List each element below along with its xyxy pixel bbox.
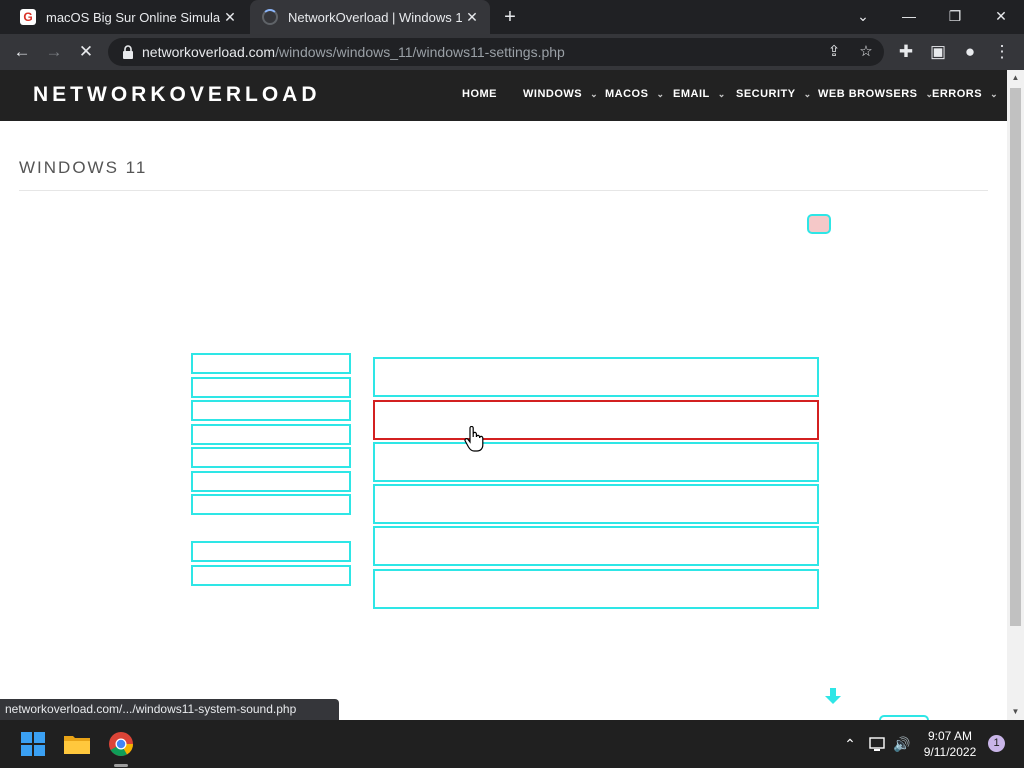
site-logo[interactable]: NETWORKOVERLOAD	[33, 83, 321, 107]
sidebar-item-placeholder[interactable]	[191, 471, 351, 492]
notification-badge[interactable]: 1	[988, 735, 1005, 752]
title-divider	[19, 190, 988, 191]
network-icon[interactable]	[868, 734, 888, 754]
tab-title: NetworkOverload | Windows 11	[288, 9, 462, 25]
tab-strip: macOS Big Sur Online Simulator ✕ Network…	[0, 0, 1024, 34]
url-path: /windows/windows_11/windows11-settings.p…	[275, 44, 565, 60]
nav-label: EMAIL	[673, 88, 710, 100]
sidebar-item-placeholder[interactable]	[191, 377, 351, 398]
close-window-icon[interactable]: ✕	[978, 0, 1024, 34]
sidebar-item-placeholder[interactable]	[191, 400, 351, 421]
nav-label: MACOS	[605, 88, 649, 100]
nav-errors[interactable]: ERRORS ⌄	[932, 88, 998, 100]
scroll-thumb[interactable]	[1010, 88, 1021, 626]
nav-email[interactable]: EMAIL ⌄	[673, 88, 726, 100]
site-header: NETWORKOVERLOAD HOME WINDOWS ⌄ MACOS ⌄ EMA…	[0, 70, 1007, 121]
lock-icon	[123, 45, 133, 59]
link-status-bubble: networkoverload.com/.../windows11-system…	[0, 699, 339, 720]
sidebar-item-placeholder[interactable]	[191, 447, 351, 468]
sidebar-item-placeholder[interactable]	[191, 424, 351, 445]
loading-spinner-icon	[262, 9, 278, 25]
clock-date: 9/11/2022	[923, 745, 977, 759]
settings-search-placeholder[interactable]	[807, 214, 831, 234]
arrow-down-icon[interactable]	[823, 686, 843, 706]
chevron-down-icon: ⌄	[990, 89, 999, 99]
extensions-icon[interactable]: ✚	[894, 40, 918, 64]
sidebar-item-placeholder[interactable]	[191, 353, 351, 374]
sidebar-item-placeholder[interactable]	[191, 541, 351, 562]
forward-icon[interactable]: →	[42, 40, 66, 64]
settings-panel-placeholder[interactable]	[373, 526, 819, 566]
url-text: networkoverload.com/windows/windows_11/w…	[142, 44, 565, 60]
tab-networkoverload[interactable]: NetworkOverload | Windows 11 ✕	[250, 0, 490, 34]
taskbar-clock[interactable]: 9:07 AM 9/11/2022	[918, 728, 982, 760]
chevron-down-icon: ⌄	[803, 89, 812, 99]
stop-loading-icon[interactable]: ✕	[74, 40, 98, 64]
nav-home[interactable]: HOME	[462, 88, 497, 100]
nav-label: WINDOWS	[523, 88, 583, 100]
nav-label: ERRORS	[932, 88, 983, 100]
settings-panel-placeholder[interactable]	[373, 357, 819, 397]
hand-cursor-icon	[464, 426, 484, 452]
chevron-down-icon: ⌄	[717, 89, 726, 99]
back-icon[interactable]: ←	[10, 40, 34, 64]
taskbar: ⌃ 🔊 9:07 AM 9/11/2022 1	[0, 720, 1024, 768]
chevron-down-icon: ⌄	[656, 89, 665, 99]
tab-macos-simulator[interactable]: macOS Big Sur Online Simulator ✕	[8, 0, 248, 34]
volume-icon[interactable]: 🔊	[892, 734, 912, 754]
nav-security[interactable]: SECURITY ⌄	[736, 88, 812, 100]
page-title: WINDOWS 11	[19, 158, 148, 177]
settings-panel-placeholder-highlighted[interactable]	[373, 400, 819, 440]
chrome-icon[interactable]	[105, 728, 137, 760]
tab-title: macOS Big Sur Online Simulator	[46, 9, 220, 25]
settings-panel-placeholder[interactable]	[373, 442, 819, 482]
clock-time: 9:07 AM	[927, 729, 973, 743]
page-scrollbar[interactable]: ▲ ▼	[1007, 70, 1024, 720]
address-bar[interactable]: networkoverload.com/windows/windows_11/w…	[108, 38, 884, 66]
windows-start-icon[interactable]	[17, 728, 49, 760]
share-icon[interactable]: ⇪	[822, 40, 846, 64]
restore-icon[interactable]: ❐	[932, 0, 978, 34]
scroll-up-icon[interactable]: ▲	[1010, 72, 1021, 84]
nav-label: HOME	[462, 88, 497, 100]
minimize-icon[interactable]: —	[886, 0, 932, 34]
nav-web-browsers[interactable]: WEB BROWSERS ⌄	[818, 88, 934, 100]
tab-search-icon[interactable]: ⌄	[840, 0, 886, 34]
profile-icon[interactable]: ●	[958, 40, 982, 64]
file-explorer-icon[interactable]	[61, 728, 93, 760]
sidebar-item-placeholder[interactable]	[191, 565, 351, 586]
nav-label: SECURITY	[736, 88, 796, 100]
new-tab-button[interactable]: +	[498, 5, 522, 29]
active-app-indicator	[114, 764, 128, 767]
chevron-down-icon: ⌄	[590, 89, 599, 99]
scroll-down-icon[interactable]: ▼	[1010, 706, 1021, 718]
google-favicon-icon	[20, 9, 36, 25]
settings-panel-placeholder[interactable]	[373, 484, 819, 524]
settings-panel-placeholder[interactable]	[373, 569, 819, 609]
nav-windows[interactable]: WINDOWS ⌄	[523, 88, 598, 100]
sidebar-item-placeholder[interactable]	[191, 494, 351, 515]
chevron-up-icon[interactable]: ⌃	[840, 734, 860, 754]
close-tab-icon[interactable]: ✕	[462, 9, 482, 26]
side-panel-icon[interactable]: ▣	[926, 40, 950, 64]
nav-macos[interactable]: MACOS ⌄	[605, 88, 665, 100]
nav-label: WEB BROWSERS	[818, 88, 918, 100]
url-host: networkoverload.com	[142, 44, 276, 60]
close-tab-icon[interactable]: ✕	[220, 9, 240, 26]
menu-icon[interactable]: ⋮	[990, 40, 1014, 64]
star-icon[interactable]: ☆	[854, 40, 878, 64]
